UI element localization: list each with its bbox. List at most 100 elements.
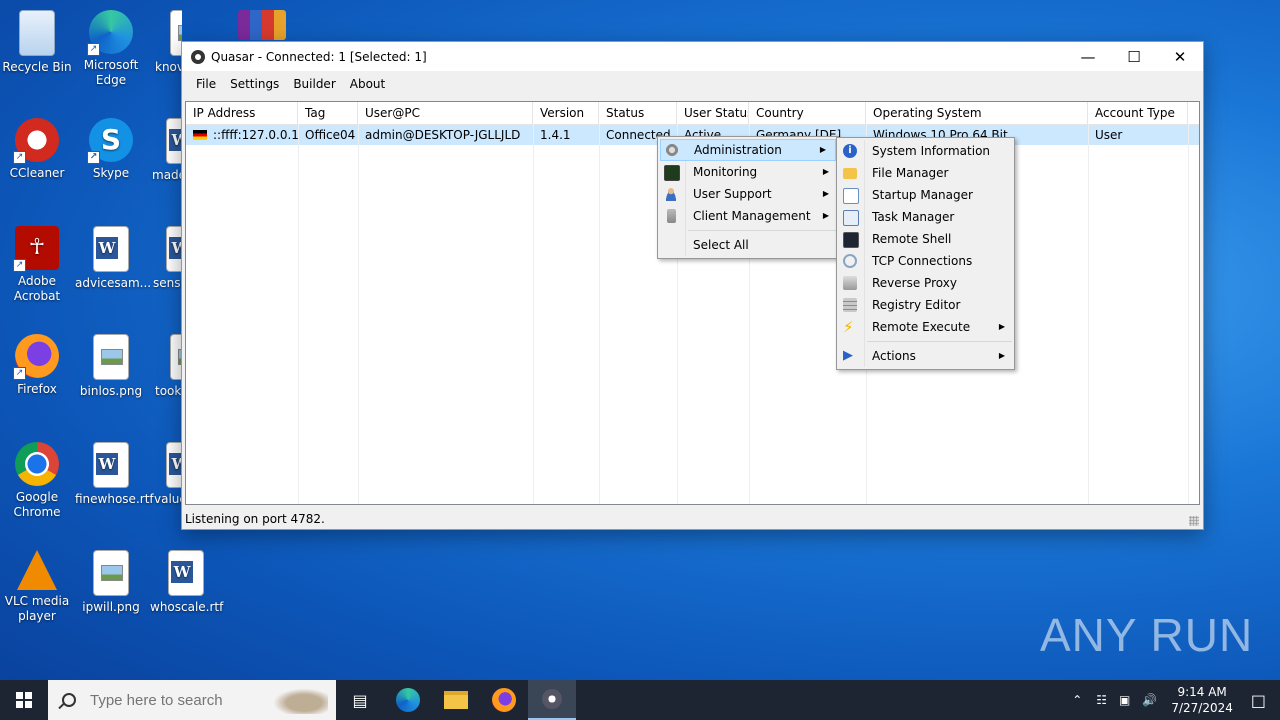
notifications-icon[interactable]: □ [1251,691,1266,710]
col-user-status[interactable]: User Status [677,102,749,124]
image-file-icon [93,334,129,380]
administration-submenu: i System Information File Manager Startu… [836,137,1015,370]
menu-item-monitoring[interactable]: Monitoring ▶ [658,161,838,183]
desktop-icon-vlc[interactable]: VLC media player [1,544,73,624]
folder-icon [843,168,857,179]
vlc-icon [17,550,57,590]
desktop-icon-acrobat[interactable]: ☥ ↗ Adobe Acrobat [1,220,73,304]
desktop-icon-took[interactable]: took [150,328,182,399]
desktop-icon-firefox[interactable]: ↗ Firefox [1,328,73,397]
volume-icon[interactable]: 🔊 [1142,693,1157,707]
clock-date: 7/27/2024 [1171,701,1233,715]
col-country[interactable]: Country [749,102,866,124]
desktop-icon-edge[interactable]: ↗ Microsoft Edge [75,4,147,88]
firefox-icon [492,688,516,712]
search-input[interactable] [88,690,292,710]
menu-item-client-management[interactable]: Client Management ▶ [658,205,838,227]
start-button[interactable] [0,680,48,720]
startup-icon [843,188,859,204]
taskbar-edge[interactable] [384,680,432,720]
close-button[interactable]: ✕ [1157,42,1203,71]
anyrun-watermark: ANY RUN [1040,609,1254,661]
menu-about[interactable]: About [343,77,392,91]
menu-file[interactable]: File [189,77,223,91]
col-ip-address[interactable]: IP Address [186,102,298,124]
system-tray: ⌃ ☷ ▣ 🔊 9:14 AM 7/27/2024 □ [1064,680,1280,720]
taskbar-file-explorer[interactable] [432,680,480,720]
desktop-icon-sense[interactable]: sense [150,220,182,291]
desktop-icon-knov[interactable]: knov [150,4,182,75]
menu-item-system-information[interactable]: i System Information [837,140,1014,162]
col-user-pc[interactable]: User@PC [358,102,533,124]
word-file-icon [166,442,182,488]
word-file-icon [166,118,182,164]
menu-settings[interactable]: Settings [223,77,286,91]
display-icon[interactable]: ▣ [1119,693,1130,707]
task-view-button[interactable]: ▤ [336,680,384,720]
col-status[interactable]: Status [599,102,677,124]
menu-item-task-manager[interactable]: Task Manager [837,206,1014,228]
menu-item-registry-editor[interactable]: Registry Editor [837,294,1014,316]
quasar-window: Quasar - Connected: 1 [Selected: 1] — ☐ … [181,41,1204,530]
taskbar-quasar[interactable] [528,680,576,720]
maximize-button[interactable]: ☐ [1111,42,1157,71]
task-view-icon: ▤ [352,690,368,710]
taskbar-search[interactable] [48,680,336,720]
cell-tag: Office04 [305,128,356,142]
menu-item-select-all[interactable]: Select All [658,234,838,256]
windows-logo-icon [16,692,32,708]
menu-builder[interactable]: Builder [286,77,342,91]
desktop-icon-finewhose[interactable]: finewhose.rtf [75,436,154,507]
title-bar[interactable]: Quasar - Connected: 1 [Selected: 1] — ☐ … [182,42,1203,71]
word-file-icon [93,442,129,488]
info-icon: i [843,144,857,158]
menu-item-reverse-proxy[interactable]: Reverse Proxy [837,272,1014,294]
menu-item-user-support[interactable]: User Support ▶ [658,183,838,205]
registry-icon [843,298,857,312]
edge-icon [396,688,420,712]
col-operating-system[interactable]: Operating System [866,102,1088,124]
gear-icon [665,143,679,157]
desktop-icon-whoscale[interactable]: whoscale.rtf [150,544,223,615]
quasar-app-icon [191,49,205,64]
col-tag[interactable]: Tag [298,102,358,124]
desktop-icon-chrome[interactable]: Google Chrome [1,436,73,520]
window-title: Quasar - Connected: 1 [Selected: 1] [211,49,427,64]
menu-item-remote-execute[interactable]: ⚡ Remote Execute ▶ [837,316,1014,338]
menu-item-startup-manager[interactable]: Startup Manager [837,184,1014,206]
col-account-type[interactable]: Account Type [1088,102,1188,124]
minimize-button[interactable]: — [1065,42,1111,71]
skype-icon: S ↗ [87,118,133,164]
menu-item-remote-shell[interactable]: Remote Shell [837,228,1014,250]
menu-item-file-manager[interactable]: File Manager [837,162,1014,184]
chrome-icon [15,442,59,486]
desktop-icon-skype[interactable]: S ↗ Skype [75,112,147,181]
word-file-icon [168,550,204,596]
desktop-icon-ipwill[interactable]: ipwill.png [75,544,147,615]
play-arrow-icon: ▶ [843,348,853,363]
desktop-icon-ccleaner[interactable]: ↗ CCleaner [1,112,73,181]
folder-icon [444,691,468,709]
chevron-up-icon[interactable]: ⌃ [1072,693,1082,707]
col-version[interactable]: Version [533,102,599,124]
desktop-icon-advicesam[interactable]: advicesam... [75,220,151,291]
image-file-icon [93,550,129,596]
desktop-icon-made[interactable]: made [150,112,182,183]
clock[interactable]: 9:14 AM 7/27/2024 [1171,684,1233,716]
status-text: Listening on port 4782. [185,512,325,526]
menu-item-administration[interactable]: Administration ▶ [660,139,836,161]
cell-userpc: admin@DESKTOP-JGLLJLD [365,128,521,142]
status-bar: Listening on port 4782. [182,509,1203,529]
desktop-icon-value[interactable]: value [150,436,182,507]
client-context-menu: Administration ▶ Monitoring ▶ User Support… [657,136,839,259]
resize-grip[interactable] [1189,516,1199,526]
menu-item-actions[interactable]: ▶ Actions ▶ [837,345,1014,367]
desktop-icon-recycle-bin[interactable]: Recycle Bin [1,4,73,75]
network-icon[interactable]: ☷ [1096,693,1107,707]
menu-item-tcp-connections[interactable]: TCP Connections [837,250,1014,272]
quasar-app-icon [542,689,562,709]
desktop-icon-binlos[interactable]: binlos.png [75,328,147,399]
user-icon [664,187,678,201]
taskbar-firefox[interactable] [480,680,528,720]
clock-time: 9:14 AM [1177,685,1227,699]
